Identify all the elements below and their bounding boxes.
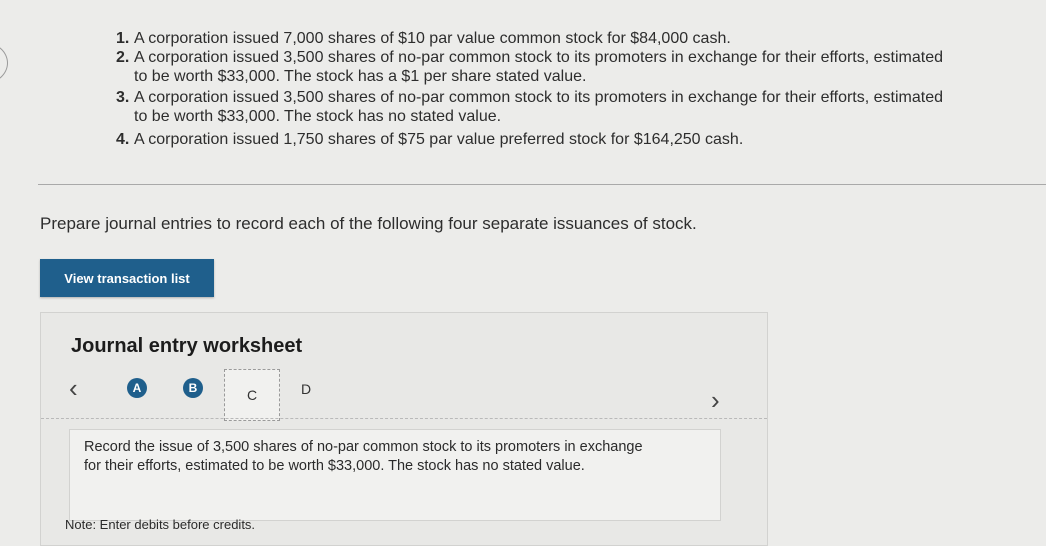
tab-strip-divider [41,418,767,419]
section-divider [38,184,1046,185]
tab-c[interactable]: C [224,369,280,421]
transaction-text: A corporation issued 1,750 shares of $75… [134,131,744,148]
tab-d[interactable]: D [301,381,311,397]
transaction-number: 2. [116,49,130,66]
transaction-text-cont: to be worth $33,000. The stock has a $1 … [134,68,587,85]
journal-entry-worksheet: Journal entry worksheet ‹ A B C D › Reco… [40,312,768,546]
transaction-text: A corporation issued 7,000 shares of $10… [134,30,731,47]
chevron-left-icon[interactable]: ‹ [69,375,78,401]
tab-a[interactable]: A [127,378,147,398]
view-transaction-list-button[interactable]: View transaction list [40,259,214,297]
chevron-right-icon[interactable]: › [711,387,720,413]
transaction-number: 1. [116,30,130,47]
transaction-text-cont: to be worth $33,000. The stock has no st… [134,108,502,125]
worksheet-title: Journal entry worksheet [71,335,303,357]
instruction-panel: Record the issue of 3,500 shares of no-p… [69,429,721,521]
tab-b[interactable]: B [183,378,203,398]
transaction-number: 3. [116,89,130,106]
page-edge-decoration [0,42,8,84]
entry-note: Note: Enter debits before credits. [65,517,256,532]
transaction-text: A corporation issued 3,500 shares of no-… [134,49,943,66]
transaction-number: 4. [116,131,130,148]
question-prompt: Prepare journal entries to record each o… [40,214,697,233]
transaction-text: A corporation issued 3,500 shares of no-… [134,89,943,106]
instruction-text: Record the issue of 3,500 shares of no-p… [84,439,643,474]
